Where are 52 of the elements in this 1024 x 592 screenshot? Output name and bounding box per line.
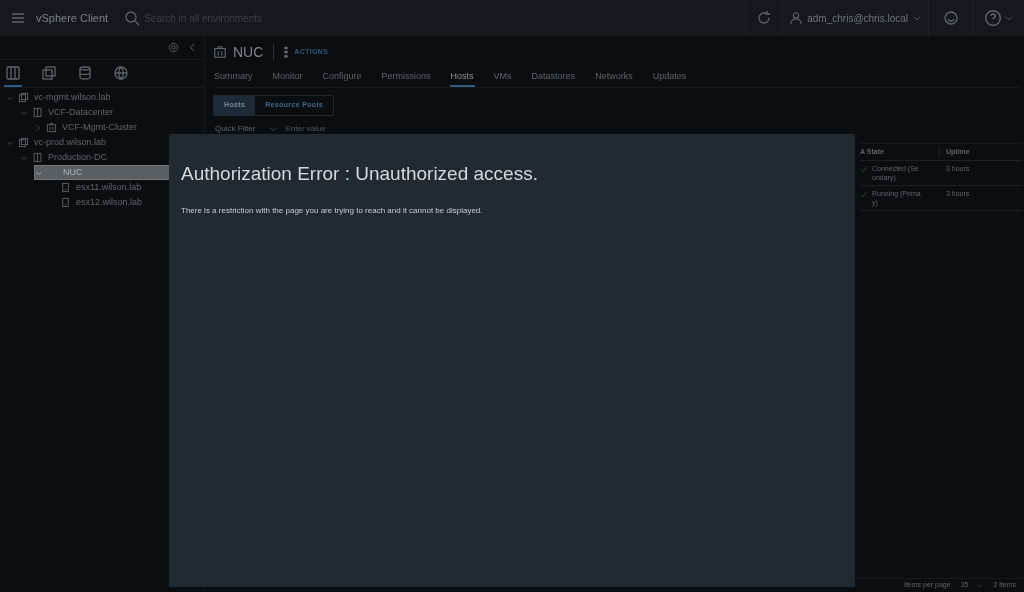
tree-label: vc-prod.wilson.lab xyxy=(34,135,107,149)
tab[interactable]: Hosts xyxy=(449,68,475,87)
search-icon xyxy=(124,10,141,26)
refresh-icon xyxy=(756,10,773,26)
tree-label: Production-DC xyxy=(48,150,108,164)
help-icon xyxy=(984,9,1002,27)
tree-label: VCF-Mgmt-Cluster xyxy=(62,120,137,134)
cluster-icon xyxy=(47,167,58,178)
tree-item[interactable]: VCF-Mgmt-Cluster xyxy=(34,120,204,135)
menu-icon xyxy=(10,10,26,26)
tree-item[interactable]: VCF-Datacenter xyxy=(20,105,204,120)
tree-label: NUC xyxy=(63,165,83,179)
app-title: vSphere Client xyxy=(36,10,109,26)
server-icon xyxy=(60,182,71,193)
filter-dropdown[interactable]: Quick Filter xyxy=(213,123,280,135)
error-message: There is a restriction with the page you are trying to reach and it cannot be displayed. xyxy=(181,204,484,217)
tab[interactable]: Configure xyxy=(321,68,363,87)
tab[interactable]: Permissions xyxy=(380,68,432,87)
tree-item[interactable]: Production-DC xyxy=(20,150,204,165)
user-icon xyxy=(789,11,804,25)
cluster-icon xyxy=(46,122,57,133)
tab[interactable]: VMs xyxy=(492,68,513,87)
tree-label: vc-mgmt.wilson.lab xyxy=(34,90,111,104)
tab[interactable]: Summary xyxy=(213,68,254,87)
server-icon xyxy=(60,197,71,208)
tab[interactable]: Updates xyxy=(651,68,688,87)
building-icon xyxy=(32,107,43,118)
vcenter-icon xyxy=(18,137,29,148)
tab[interactable]: Monitor xyxy=(271,68,304,87)
tree-label: esx12.wilson.lab xyxy=(76,195,143,209)
caret-icon xyxy=(269,125,278,133)
caret-icon xyxy=(976,582,984,589)
object-title: NUC xyxy=(233,42,264,62)
vcenter-icon xyxy=(18,92,29,103)
check-icon xyxy=(860,165,868,173)
cluster-icon xyxy=(213,45,227,59)
tree-label: esx11.wilson.lab xyxy=(76,180,142,194)
smiley-icon xyxy=(943,10,959,26)
caret-icon xyxy=(1004,13,1014,23)
filter-field[interactable]: Enter value xyxy=(285,123,406,135)
tab[interactable]: Datastores xyxy=(530,68,577,87)
tree-item[interactable]: vc-mgmt.wilson.lab xyxy=(6,90,204,105)
tab[interactable]: Networks xyxy=(594,68,634,87)
building-icon xyxy=(32,152,43,163)
settings-icon xyxy=(168,42,179,53)
check-icon xyxy=(860,190,868,198)
user-menu[interactable]: adm_chris@chris.local xyxy=(782,0,928,36)
tree-item[interactable]: vc-prod.wilson.lab xyxy=(6,135,204,150)
caret-icon xyxy=(912,13,922,23)
tree-label: VCF-Datacenter xyxy=(48,105,114,119)
more-icon xyxy=(284,46,289,58)
hosts-view-tab[interactable] xyxy=(4,65,22,87)
